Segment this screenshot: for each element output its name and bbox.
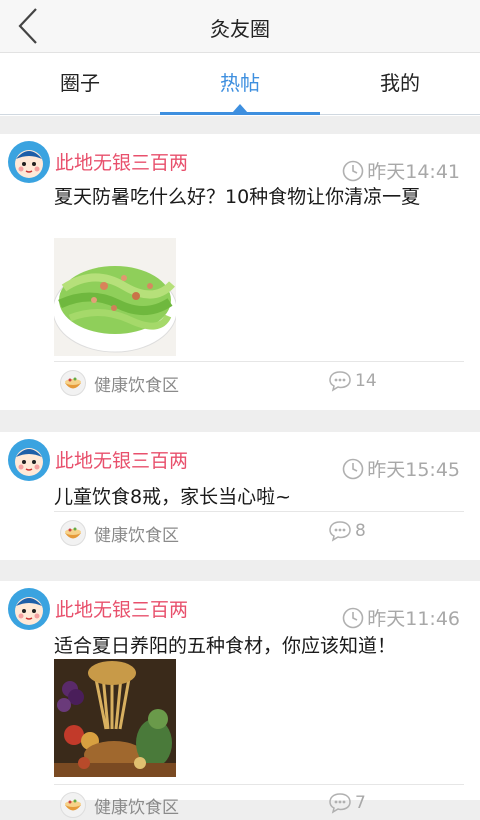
page-title: 灸友圈: [210, 17, 270, 41]
comment-count[interactable]: 14: [328, 370, 377, 392]
tab-bar: 圈子 热帖 我的: [0, 53, 480, 116]
post-time: 昨天15:45: [342, 455, 460, 482]
category-label[interactable]: 健康饮食区: [94, 793, 179, 818]
post-title[interactable]: 夏天防暑吃什么好？10种食物让你清凉一夏: [54, 184, 464, 211]
post-time-text: 昨天14:41: [367, 161, 460, 183]
comment-bubble-icon: [329, 371, 351, 392]
clock-icon: [342, 607, 364, 628]
comment-count[interactable]: 7: [328, 792, 366, 814]
clock-icon: [342, 160, 364, 181]
food-bowl-icon: [60, 792, 86, 818]
author-name[interactable]: 此地无银三百两: [55, 148, 188, 175]
clock-icon: [342, 458, 364, 479]
tab-mine[interactable]: 我的: [320, 53, 480, 113]
post-footer: 健康饮食区 7: [58, 788, 468, 820]
comment-count-text: 7: [355, 793, 366, 813]
author-name[interactable]: 此地无银三百两: [55, 595, 188, 622]
divider: [54, 511, 464, 512]
comment-count[interactable]: 8: [328, 520, 366, 542]
category-label[interactable]: 健康饮食区: [94, 371, 179, 396]
top-bar: 灸友圈: [0, 0, 480, 53]
post-image[interactable]: [54, 659, 176, 777]
post-time: 昨天14:41: [342, 157, 460, 184]
avatar[interactable]: [8, 588, 50, 630]
post-title[interactable]: 适合夏日养阳的五种食材，你应该知道！: [54, 633, 464, 660]
post-footer: 健康饮食区 14: [58, 366, 468, 398]
comment-bubble-icon: [329, 793, 351, 814]
food-bowl-icon: [60, 370, 86, 396]
post-time-text: 昨天11:46: [367, 608, 460, 630]
food-bowl-icon: [60, 520, 86, 546]
divider: [54, 361, 464, 362]
post-title[interactable]: 儿童饮食8戒，家长当心啦~: [54, 484, 464, 511]
post-card[interactable]: 此地无银三百两 昨天11:46 适合夏日养阳的五种食材，你应该知道！ 健康饮食区…: [0, 581, 480, 818]
caret-up-icon: [232, 104, 248, 113]
divider: [54, 784, 464, 785]
post-image[interactable]: [54, 238, 176, 356]
author-name[interactable]: 此地无银三百两: [55, 446, 188, 473]
comment-count-text: 14: [355, 371, 377, 391]
comment-bubble-icon: [329, 521, 351, 542]
category-label[interactable]: 健康饮食区: [94, 521, 179, 546]
comment-count-text: 8: [355, 521, 366, 541]
post-footer: 健康饮食区 8: [58, 516, 468, 548]
post-card[interactable]: 此地无银三百两 昨天14:41 夏天防暑吃什么好？10种食物让你清凉一夏 健康饮…: [0, 134, 480, 410]
post-time: 昨天11:46: [342, 604, 460, 631]
post-time-text: 昨天15:45: [367, 459, 460, 481]
tab-circles[interactable]: 圈子: [0, 53, 160, 113]
post-card[interactable]: 此地无银三百两 昨天15:45 儿童饮食8戒，家长当心啦~ 健康饮食区 8: [0, 432, 480, 560]
avatar[interactable]: [8, 141, 50, 183]
avatar[interactable]: [8, 439, 50, 481]
